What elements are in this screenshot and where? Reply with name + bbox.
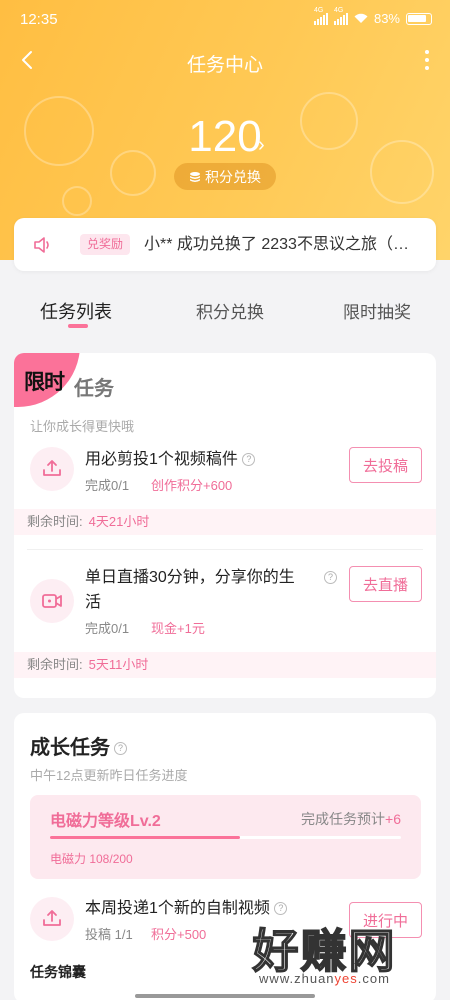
task-reward: 积分+500 (151, 927, 207, 942)
level-progress-box[interactable]: 电磁力等级Lv.2 完成任务预计+6 电磁力 108/200 (30, 795, 421, 879)
task-progress: 完成0/1 (85, 478, 130, 493)
remaining-time-label: 剩余时间: (27, 514, 83, 529)
task-name: 单日直播30分钟，分享你的生 活 (85, 565, 325, 615)
tab-bar: 任务列表 积分兑换 限时抽奖 (0, 290, 450, 330)
status-icons: 4G 4G 83% (313, 7, 432, 26)
task-reward: 创作积分+600 (151, 478, 233, 493)
level-title: 电磁力等级Lv.2 (50, 813, 161, 830)
task-tips-title: 任务锦囊 (30, 964, 86, 980)
watermark-site-prefix: www.zhuan (259, 971, 335, 986)
wifi-icon (354, 13, 368, 23)
tab-lottery[interactable]: 限时抽奖 (343, 298, 411, 323)
home-indicator[interactable] (135, 994, 315, 998)
task-name-text: 用必剪投1个视频稿件 (85, 451, 238, 468)
notice-badge: 兑奖励 (80, 234, 131, 255)
task-name: 用必剪投1个视频稿件 ? (85, 447, 256, 472)
remaining-time-value: 4天21小时 (88, 514, 150, 529)
help-icon[interactable]: ? (274, 902, 288, 916)
remaining-time-bar: 剩余时间: 4天21小时 (14, 509, 436, 535)
remaining-time-value: 5天11小时 (88, 657, 149, 672)
remaining-time-bar: 剩余时间: 5天11小时 (14, 652, 436, 678)
growth-section-title: 成长任务? (30, 731, 127, 760)
task-progress: 完成0/1 (85, 621, 130, 636)
growth-section-title-text: 成长任务 (30, 737, 110, 759)
help-icon[interactable]: ? (114, 742, 127, 756)
remaining-time-label: 剩余时间: (27, 657, 83, 672)
help-icon[interactable]: ? (324, 571, 337, 584)
level-progress-text: 电磁力 108/200 (50, 852, 133, 866)
watermark-site-highlight: yes (334, 971, 358, 986)
task-progress: 投稿 1/1 (85, 927, 133, 942)
status-bar: 12:35 4G 4G 83% (0, 0, 450, 40)
task-name-line1: 单日直播30分钟，分享你的生 (85, 569, 295, 586)
more-menu-icon[interactable] (424, 50, 430, 70)
speaker-icon (34, 237, 49, 253)
watermark-logo: 好赚网 www.zhuanyes.com (217, 915, 432, 990)
chevron-right-icon[interactable]: › (258, 134, 265, 157)
go-upload-button[interactable]: 去投稿 (349, 447, 422, 483)
divider (27, 549, 423, 550)
level-predict-value: +6 (385, 811, 401, 827)
tab-task-list[interactable]: 任务列表 (40, 298, 112, 324)
level-progress-track (50, 836, 401, 839)
task-name-line2: 活 (85, 594, 102, 611)
limited-section-title: 任务 (74, 378, 114, 400)
signal-label: 4G (313, 6, 324, 14)
level-predict-label: 完成任务预计 (301, 811, 386, 827)
go-live-button[interactable]: 去直播 (349, 566, 422, 602)
battery-icon (406, 12, 432, 25)
notice-text: 小** 成功兑换了 2233不思议之旅（… (144, 236, 409, 253)
points-value[interactable]: 120 (0, 112, 450, 162)
decor-circle (62, 186, 92, 216)
signal-icon: 4G (313, 7, 328, 25)
tab-active-indicator (68, 324, 88, 328)
task-reward: 现金+1元 (151, 621, 205, 636)
limited-corner-label: 限时 (24, 371, 65, 394)
help-icon[interactable]: ? (242, 453, 256, 467)
limited-task-card: 限时 任务 让你成长得更快哦 用必剪投1个视频稿件 ? 完成0/1 创作积分+6… (14, 353, 436, 698)
live-video-icon (30, 579, 74, 623)
points-exchange-button[interactable]: 积分兑换 (174, 163, 276, 190)
tab-points-exchange[interactable]: 积分兑换 (196, 298, 264, 323)
level-progress-fill (50, 836, 240, 839)
signal-label: 4G (333, 6, 344, 14)
signal-icon: 4G (333, 7, 348, 25)
status-time: 12:35 (20, 11, 58, 28)
growth-section-subtitle: 中午12点更新昨日任务进度 (30, 768, 188, 783)
upload-icon (30, 897, 74, 941)
page-title: 任务中心 (186, 55, 263, 76)
watermark-site: www.zhuanyes.com (217, 971, 432, 986)
limited-section-subtitle: 让你成长得更快哦 (30, 419, 135, 434)
coins-icon (190, 171, 200, 182)
watermark-site-suffix: .com (357, 971, 390, 986)
reward-notice-bar[interactable]: 兑奖励 小** 成功兑换了 2233不思议之旅（… (14, 218, 436, 271)
upload-icon (30, 447, 74, 491)
battery-percent: 83% (373, 11, 400, 26)
points-exchange-label: 积分兑换 (205, 168, 261, 185)
level-predict: 完成任务预计+6 (301, 809, 401, 829)
